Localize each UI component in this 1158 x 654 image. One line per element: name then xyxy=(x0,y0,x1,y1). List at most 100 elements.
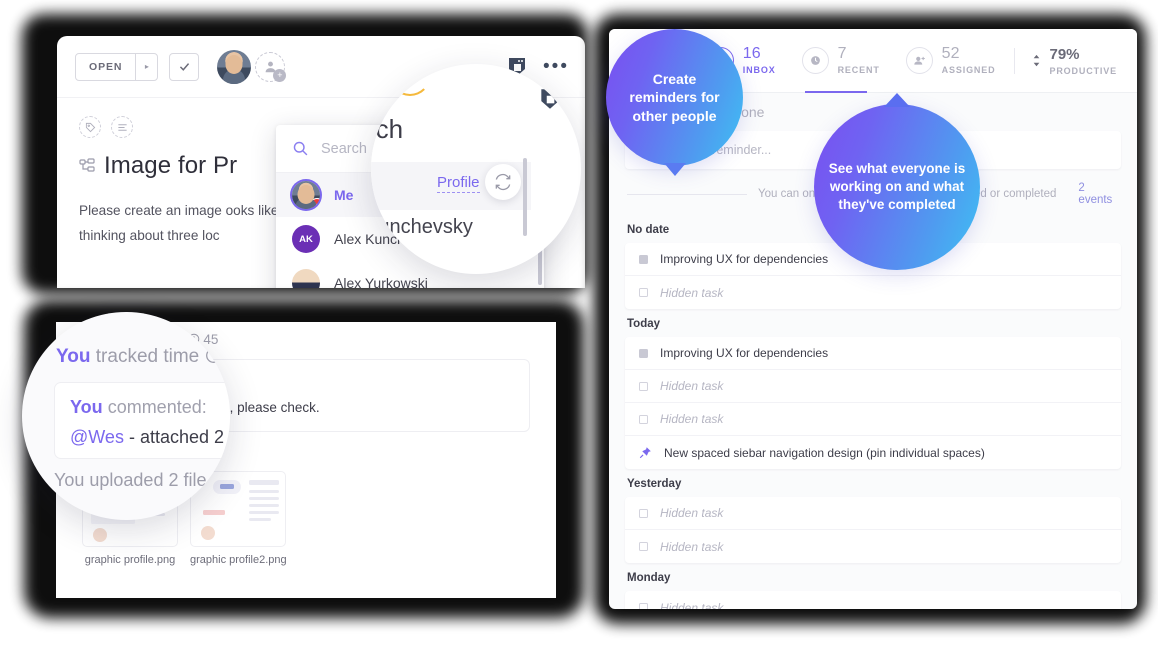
add-plus-badge: + xyxy=(273,68,287,82)
magnified-comment-author-line: You commented: xyxy=(70,397,207,418)
search-icon xyxy=(293,141,308,156)
comment-text-tail: , please check. xyxy=(229,400,320,415)
complete-task-button[interactable] xyxy=(169,52,200,81)
avatar[interactable] xyxy=(217,49,252,84)
recent-count: 7 xyxy=(837,45,847,62)
tracked-value: 45 xyxy=(227,346,230,367)
table-row[interactable]: Hidden task xyxy=(625,530,1121,563)
refresh-button[interactable] xyxy=(485,164,521,200)
tab-assigned[interactable]: 52 ASSIGNED xyxy=(893,46,1009,75)
add-assignee-button[interactable]: + xyxy=(255,51,287,82)
check-icon xyxy=(179,63,189,71)
callout-tail xyxy=(884,93,910,107)
attachment-name: graphic profile.png xyxy=(84,554,176,566)
productive-stat[interactable]: 79% PRODUCTIVE xyxy=(1021,46,1121,76)
productive-label: PRODUCTIVE xyxy=(1049,65,1117,76)
magnified-upload-line: You uploaded 2 file xyxy=(54,470,207,490)
remove-assignee-icon[interactable]: × xyxy=(310,198,320,209)
table-row[interactable]: Improving UX for dependencies xyxy=(625,337,1121,370)
group-label-today: Today xyxy=(627,318,661,330)
task-title-text: Improving UX for dependencies xyxy=(660,252,829,266)
checkbox[interactable] xyxy=(639,603,648,609)
group-label-monday: Monday xyxy=(627,572,671,584)
table-row[interactable]: Hidden task xyxy=(625,403,1121,436)
task-title-text: Hidden task xyxy=(660,506,724,520)
productive-value: 79% xyxy=(1049,45,1080,63)
header-stats: 16 INBOX 7 RECENT 52 ASSIGNED 79% PRODUC… xyxy=(694,46,1121,76)
avatar xyxy=(292,269,320,288)
tag-icon[interactable] xyxy=(79,116,101,138)
callout-text: See what everyone is working on and what… xyxy=(828,161,966,212)
table-row[interactable]: Hidden task xyxy=(625,276,1121,309)
clock-icon xyxy=(205,346,227,367)
status-dropdown[interactable]: OPEN ▸ xyxy=(75,52,159,81)
magnifier-top: rch Profile Kunchevsky ••• xyxy=(371,64,581,274)
task-title-text: Hidden task xyxy=(660,379,724,393)
task-title-text: Hidden task xyxy=(660,600,724,610)
sort-icon xyxy=(1034,54,1040,67)
magnifier-bottom: You tracked time 45 You commented: @Wes … xyxy=(22,312,230,520)
table-row[interactable]: Hidden task xyxy=(625,497,1121,530)
comment-text: - attached 2 d xyxy=(128,427,230,447)
callout-create-reminders: Create reminders for other people xyxy=(606,29,743,176)
pin-icon xyxy=(639,447,651,459)
chevron-right-icon[interactable]: ▸ xyxy=(135,53,157,80)
magnified-name-text: Kunchevsky xyxy=(371,216,473,238)
callout-see-what-everyone: See what everyone is working on and what… xyxy=(814,93,980,270)
group-label-yesterday: Yesterday xyxy=(627,478,682,490)
recent-label: RECENT xyxy=(837,65,880,75)
assignee-name: Me xyxy=(334,187,354,203)
task-title-text: New spaced siebar navigation design (pin… xyxy=(664,445,985,460)
task-title-text: Hidden task xyxy=(660,539,724,554)
avatar-initials: AK xyxy=(292,225,320,253)
mention: @Wes xyxy=(70,427,124,447)
task-detail-window: OPEN ▸ + ••• Image for Pr Please create … xyxy=(57,36,585,288)
screenshot-root: OPEN ▸ + ••• Image for Pr Please create … xyxy=(0,0,1158,654)
table-row[interactable]: Hidden task xyxy=(625,591,1121,609)
checkbox[interactable] xyxy=(639,348,648,358)
avatar: × xyxy=(292,181,320,209)
events-count: 2 events xyxy=(1078,182,1113,206)
divider xyxy=(1014,47,1016,74)
magnified-search-text: rch xyxy=(371,114,404,144)
magnified-tracked-line: You tracked time 45 xyxy=(56,346,230,368)
checkbox[interactable] xyxy=(639,508,648,518)
tracked-actor: You xyxy=(56,346,91,367)
task-group-today: Improving UX for dependencies Hidden tas… xyxy=(625,337,1121,469)
callout-tail xyxy=(663,163,686,176)
checkbox[interactable] xyxy=(639,414,648,424)
spinner-arc-icon xyxy=(389,64,431,96)
magnified-scrollbar xyxy=(523,158,527,236)
app-badge-icon xyxy=(541,89,559,109)
more-options-icon: ••• xyxy=(573,90,581,110)
tab-recent[interactable]: 7 RECENT xyxy=(789,46,893,75)
search-input[interactable]: Search xyxy=(321,141,367,157)
task-type-icon xyxy=(79,158,95,172)
checkbox[interactable] xyxy=(639,254,648,264)
tracked-text: tracked time xyxy=(95,346,200,367)
status-label: OPEN xyxy=(89,60,123,73)
checkbox[interactable] xyxy=(639,288,648,297)
comment-author: You xyxy=(70,397,103,417)
table-row[interactable]: Hidden task xyxy=(625,370,1121,403)
tracked-value: 45 xyxy=(203,332,219,347)
magnified-comment-body: @Wes - attached 2 d xyxy=(70,427,230,448)
task-title-text: Image for Pr xyxy=(104,152,238,179)
attachment-name: graphic profile2.png xyxy=(190,554,287,566)
profile-link[interactable]: Profile xyxy=(437,174,480,193)
clock-icon xyxy=(801,47,829,74)
assignee-avatars: + xyxy=(217,49,287,84)
active-tab-indicator xyxy=(805,90,867,93)
inbox-count: 16 xyxy=(742,45,761,62)
comment-action: commented: xyxy=(107,397,207,417)
checkbox[interactable] xyxy=(639,381,648,391)
table-row[interactable]: New spaced siebar navigation design (pin… xyxy=(625,436,1121,469)
checkbox[interactable] xyxy=(639,542,648,551)
refresh-icon xyxy=(495,173,511,191)
assignee-name: Alex Yurkowski xyxy=(334,275,428,288)
callout-text: Create reminders for other people xyxy=(629,70,720,124)
subtask-icon[interactable] xyxy=(111,116,133,138)
task-title-text: Hidden task xyxy=(660,412,724,426)
inbox-label: INBOX xyxy=(742,65,776,75)
assigned-count: 52 xyxy=(941,45,960,62)
